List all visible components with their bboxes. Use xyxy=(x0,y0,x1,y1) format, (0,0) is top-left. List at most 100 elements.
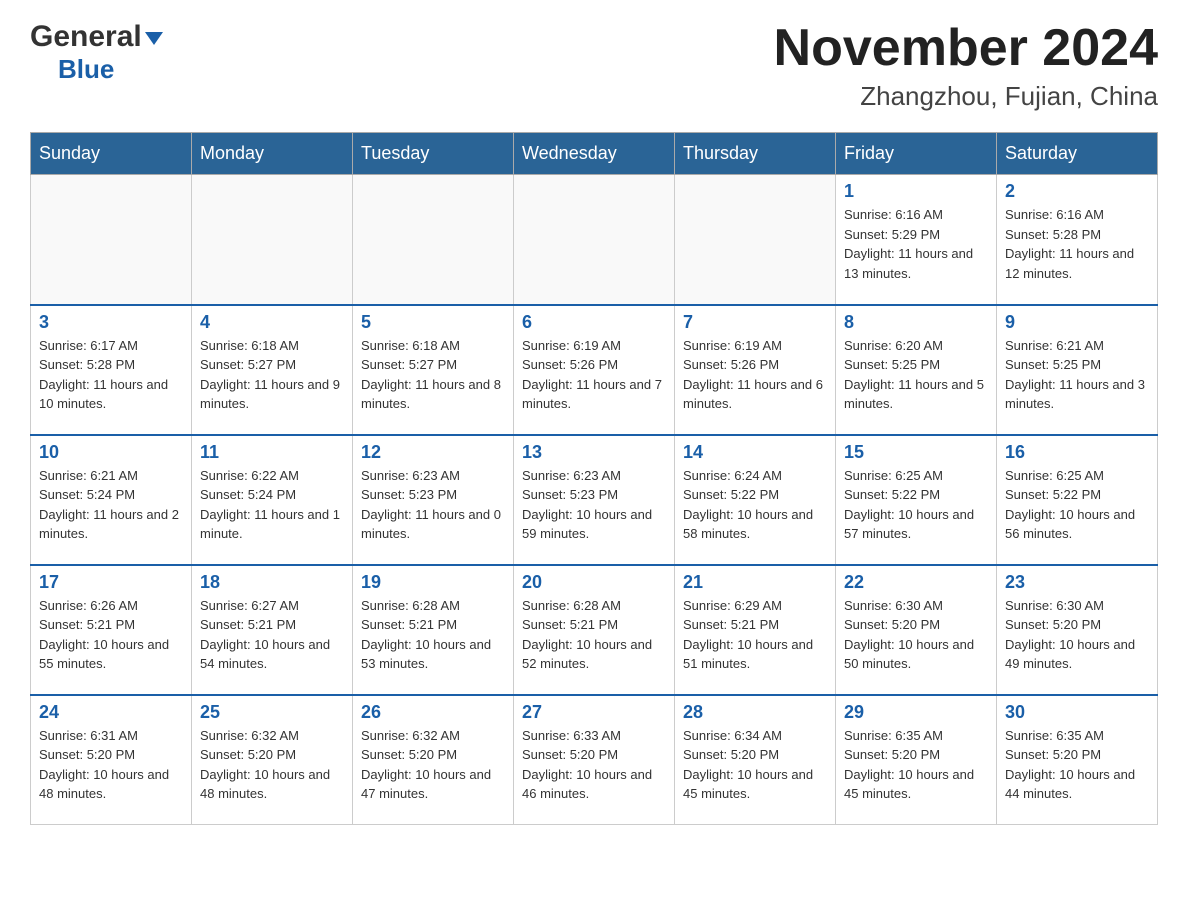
calendar-cell xyxy=(31,175,192,305)
day-info: Sunrise: 6:28 AM Sunset: 5:21 PM Dayligh… xyxy=(522,596,666,674)
calendar-header-row: SundayMondayTuesdayWednesdayThursdayFrid… xyxy=(31,133,1158,175)
day-info: Sunrise: 6:26 AM Sunset: 5:21 PM Dayligh… xyxy=(39,596,183,674)
day-info: Sunrise: 6:18 AM Sunset: 5:27 PM Dayligh… xyxy=(361,336,505,414)
day-number: 3 xyxy=(39,312,183,333)
day-header-sunday: Sunday xyxy=(31,133,192,175)
day-info: Sunrise: 6:21 AM Sunset: 5:25 PM Dayligh… xyxy=(1005,336,1149,414)
location: Zhangzhou, Fujian, China xyxy=(774,81,1158,112)
calendar-cell: 28 Sunrise: 6:34 AM Sunset: 5:20 PM Dayli… xyxy=(675,695,836,825)
day-info: Sunrise: 6:25 AM Sunset: 5:22 PM Dayligh… xyxy=(1005,466,1149,544)
day-info: Sunrise: 6:27 AM Sunset: 5:21 PM Dayligh… xyxy=(200,596,344,674)
logo-general: General xyxy=(30,20,163,53)
logo-blue-text: Blue xyxy=(30,54,114,85)
day-info: Sunrise: 6:20 AM Sunset: 5:25 PM Dayligh… xyxy=(844,336,988,414)
day-info: Sunrise: 6:30 AM Sunset: 5:20 PM Dayligh… xyxy=(844,596,988,674)
calendar-week-row: 1Sunrise: 6:16 AM Sunset: 5:29 PM Daylig… xyxy=(31,175,1158,305)
day-info: Sunrise: 6:34 AM Sunset: 5:20 PM Dayligh… xyxy=(683,726,827,804)
day-number: 10 xyxy=(39,442,183,463)
calendar-cell: 4Sunrise: 6:18 AM Sunset: 5:27 PM Daylig… xyxy=(192,305,353,435)
calendar-cell: 14 Sunrise: 6:24 AM Sunset: 5:22 PM Dayli… xyxy=(675,435,836,565)
title-section: November 2024 Zhangzhou, Fujian, China xyxy=(774,20,1158,112)
day-info: Sunrise: 6:32 AM Sunset: 5:20 PM Dayligh… xyxy=(361,726,505,804)
calendar-cell: 19 Sunrise: 6:28 AM Sunset: 5:21 PM Dayli… xyxy=(353,565,514,695)
day-number: 9 xyxy=(1005,312,1149,333)
calendar-week-row: 3 Sunrise: 6:17 AM Sunset: 5:28 PM Daylig… xyxy=(31,305,1158,435)
page-header: General Blue November 2024 Zhangzhou, Fu… xyxy=(30,20,1158,112)
day-info: Sunrise: 6:23 AM Sunset: 5:23 PM Dayligh… xyxy=(361,466,505,544)
day-number: 19 xyxy=(361,572,505,593)
day-number: 5 xyxy=(361,312,505,333)
day-info: Sunrise: 6:19 AM Sunset: 5:26 PM Dayligh… xyxy=(683,336,827,414)
calendar-week-row: 24 Sunrise: 6:31 AM Sunset: 5:20 PM Dayli… xyxy=(31,695,1158,825)
day-info: Sunrise: 6:19 AM Sunset: 5:26 PM Dayligh… xyxy=(522,336,666,414)
day-info: Sunrise: 6:29 AM Sunset: 5:21 PM Dayligh… xyxy=(683,596,827,674)
day-number: 30 xyxy=(1005,702,1149,723)
day-number: 11 xyxy=(200,442,344,463)
calendar-cell xyxy=(514,175,675,305)
calendar-cell xyxy=(353,175,514,305)
calendar-cell: 30 Sunrise: 6:35 AM Sunset: 5:20 PM Dayli… xyxy=(997,695,1158,825)
day-info: Sunrise: 6:23 AM Sunset: 5:23 PM Dayligh… xyxy=(522,466,666,544)
calendar-cell: 23Sunrise: 6:30 AM Sunset: 5:20 PM Dayli… xyxy=(997,565,1158,695)
day-number: 16 xyxy=(1005,442,1149,463)
day-number: 8 xyxy=(844,312,988,333)
day-number: 20 xyxy=(522,572,666,593)
month-title: November 2024 xyxy=(774,20,1158,77)
calendar-table: SundayMondayTuesdayWednesdayThursdayFrid… xyxy=(30,132,1158,825)
day-number: 13 xyxy=(522,442,666,463)
day-number: 25 xyxy=(200,702,344,723)
day-info: Sunrise: 6:35 AM Sunset: 5:20 PM Dayligh… xyxy=(844,726,988,804)
calendar-week-row: 10 Sunrise: 6:21 AM Sunset: 5:24 PM Dayli… xyxy=(31,435,1158,565)
calendar-cell: 1Sunrise: 6:16 AM Sunset: 5:29 PM Daylig… xyxy=(836,175,997,305)
calendar-cell xyxy=(192,175,353,305)
day-info: Sunrise: 6:32 AM Sunset: 5:20 PM Dayligh… xyxy=(200,726,344,804)
day-number: 12 xyxy=(361,442,505,463)
day-info: Sunrise: 6:16 AM Sunset: 5:28 PM Dayligh… xyxy=(1005,205,1149,283)
day-info: Sunrise: 6:18 AM Sunset: 5:27 PM Dayligh… xyxy=(200,336,344,414)
calendar-cell: 2Sunrise: 6:16 AM Sunset: 5:28 PM Daylig… xyxy=(997,175,1158,305)
day-number: 24 xyxy=(39,702,183,723)
calendar-cell: 6 Sunrise: 6:19 AM Sunset: 5:26 PM Daylig… xyxy=(514,305,675,435)
day-number: 21 xyxy=(683,572,827,593)
day-header-wednesday: Wednesday xyxy=(514,133,675,175)
day-number: 14 xyxy=(683,442,827,463)
day-number: 26 xyxy=(361,702,505,723)
day-header-tuesday: Tuesday xyxy=(353,133,514,175)
day-info: Sunrise: 6:24 AM Sunset: 5:22 PM Dayligh… xyxy=(683,466,827,544)
calendar-cell: 5 Sunrise: 6:18 AM Sunset: 5:27 PM Daylig… xyxy=(353,305,514,435)
day-info: Sunrise: 6:21 AM Sunset: 5:24 PM Dayligh… xyxy=(39,466,183,544)
day-info: Sunrise: 6:33 AM Sunset: 5:20 PM Dayligh… xyxy=(522,726,666,804)
calendar-cell: 13 Sunrise: 6:23 AM Sunset: 5:23 PM Dayli… xyxy=(514,435,675,565)
day-number: 17 xyxy=(39,572,183,593)
day-header-saturday: Saturday xyxy=(997,133,1158,175)
calendar-cell: 27Sunrise: 6:33 AM Sunset: 5:20 PM Dayli… xyxy=(514,695,675,825)
day-info: Sunrise: 6:17 AM Sunset: 5:28 PM Dayligh… xyxy=(39,336,183,414)
day-number: 29 xyxy=(844,702,988,723)
calendar-cell: 15 Sunrise: 6:25 AM Sunset: 5:22 PM Dayli… xyxy=(836,435,997,565)
day-number: 22 xyxy=(844,572,988,593)
calendar-cell: 17 Sunrise: 6:26 AM Sunset: 5:21 PM Dayli… xyxy=(31,565,192,695)
logo-text: General xyxy=(30,20,163,54)
calendar-cell: 25 Sunrise: 6:32 AM Sunset: 5:20 PM Dayli… xyxy=(192,695,353,825)
calendar-cell: 22 Sunrise: 6:30 AM Sunset: 5:20 PM Dayli… xyxy=(836,565,997,695)
day-header-monday: Monday xyxy=(192,133,353,175)
calendar-cell: 18Sunrise: 6:27 AM Sunset: 5:21 PM Dayli… xyxy=(192,565,353,695)
day-info: Sunrise: 6:28 AM Sunset: 5:21 PM Dayligh… xyxy=(361,596,505,674)
calendar-cell xyxy=(675,175,836,305)
calendar-cell: 11 Sunrise: 6:22 AM Sunset: 5:24 PM Dayli… xyxy=(192,435,353,565)
day-info: Sunrise: 6:22 AM Sunset: 5:24 PM Dayligh… xyxy=(200,466,344,544)
day-info: Sunrise: 6:25 AM Sunset: 5:22 PM Dayligh… xyxy=(844,466,988,544)
day-header-thursday: Thursday xyxy=(675,133,836,175)
day-number: 15 xyxy=(844,442,988,463)
calendar-cell: 8 Sunrise: 6:20 AM Sunset: 5:25 PM Daylig… xyxy=(836,305,997,435)
calendar-cell: 7Sunrise: 6:19 AM Sunset: 5:26 PM Daylig… xyxy=(675,305,836,435)
day-info: Sunrise: 6:31 AM Sunset: 5:20 PM Dayligh… xyxy=(39,726,183,804)
day-number: 28 xyxy=(683,702,827,723)
calendar-cell: 21 Sunrise: 6:29 AM Sunset: 5:21 PM Dayli… xyxy=(675,565,836,695)
calendar-cell: 20 Sunrise: 6:28 AM Sunset: 5:21 PM Dayli… xyxy=(514,565,675,695)
day-info: Sunrise: 6:35 AM Sunset: 5:20 PM Dayligh… xyxy=(1005,726,1149,804)
calendar-cell: 24 Sunrise: 6:31 AM Sunset: 5:20 PM Dayli… xyxy=(31,695,192,825)
calendar-cell: 3 Sunrise: 6:17 AM Sunset: 5:28 PM Daylig… xyxy=(31,305,192,435)
day-number: 6 xyxy=(522,312,666,333)
calendar-cell: 10 Sunrise: 6:21 AM Sunset: 5:24 PM Dayli… xyxy=(31,435,192,565)
